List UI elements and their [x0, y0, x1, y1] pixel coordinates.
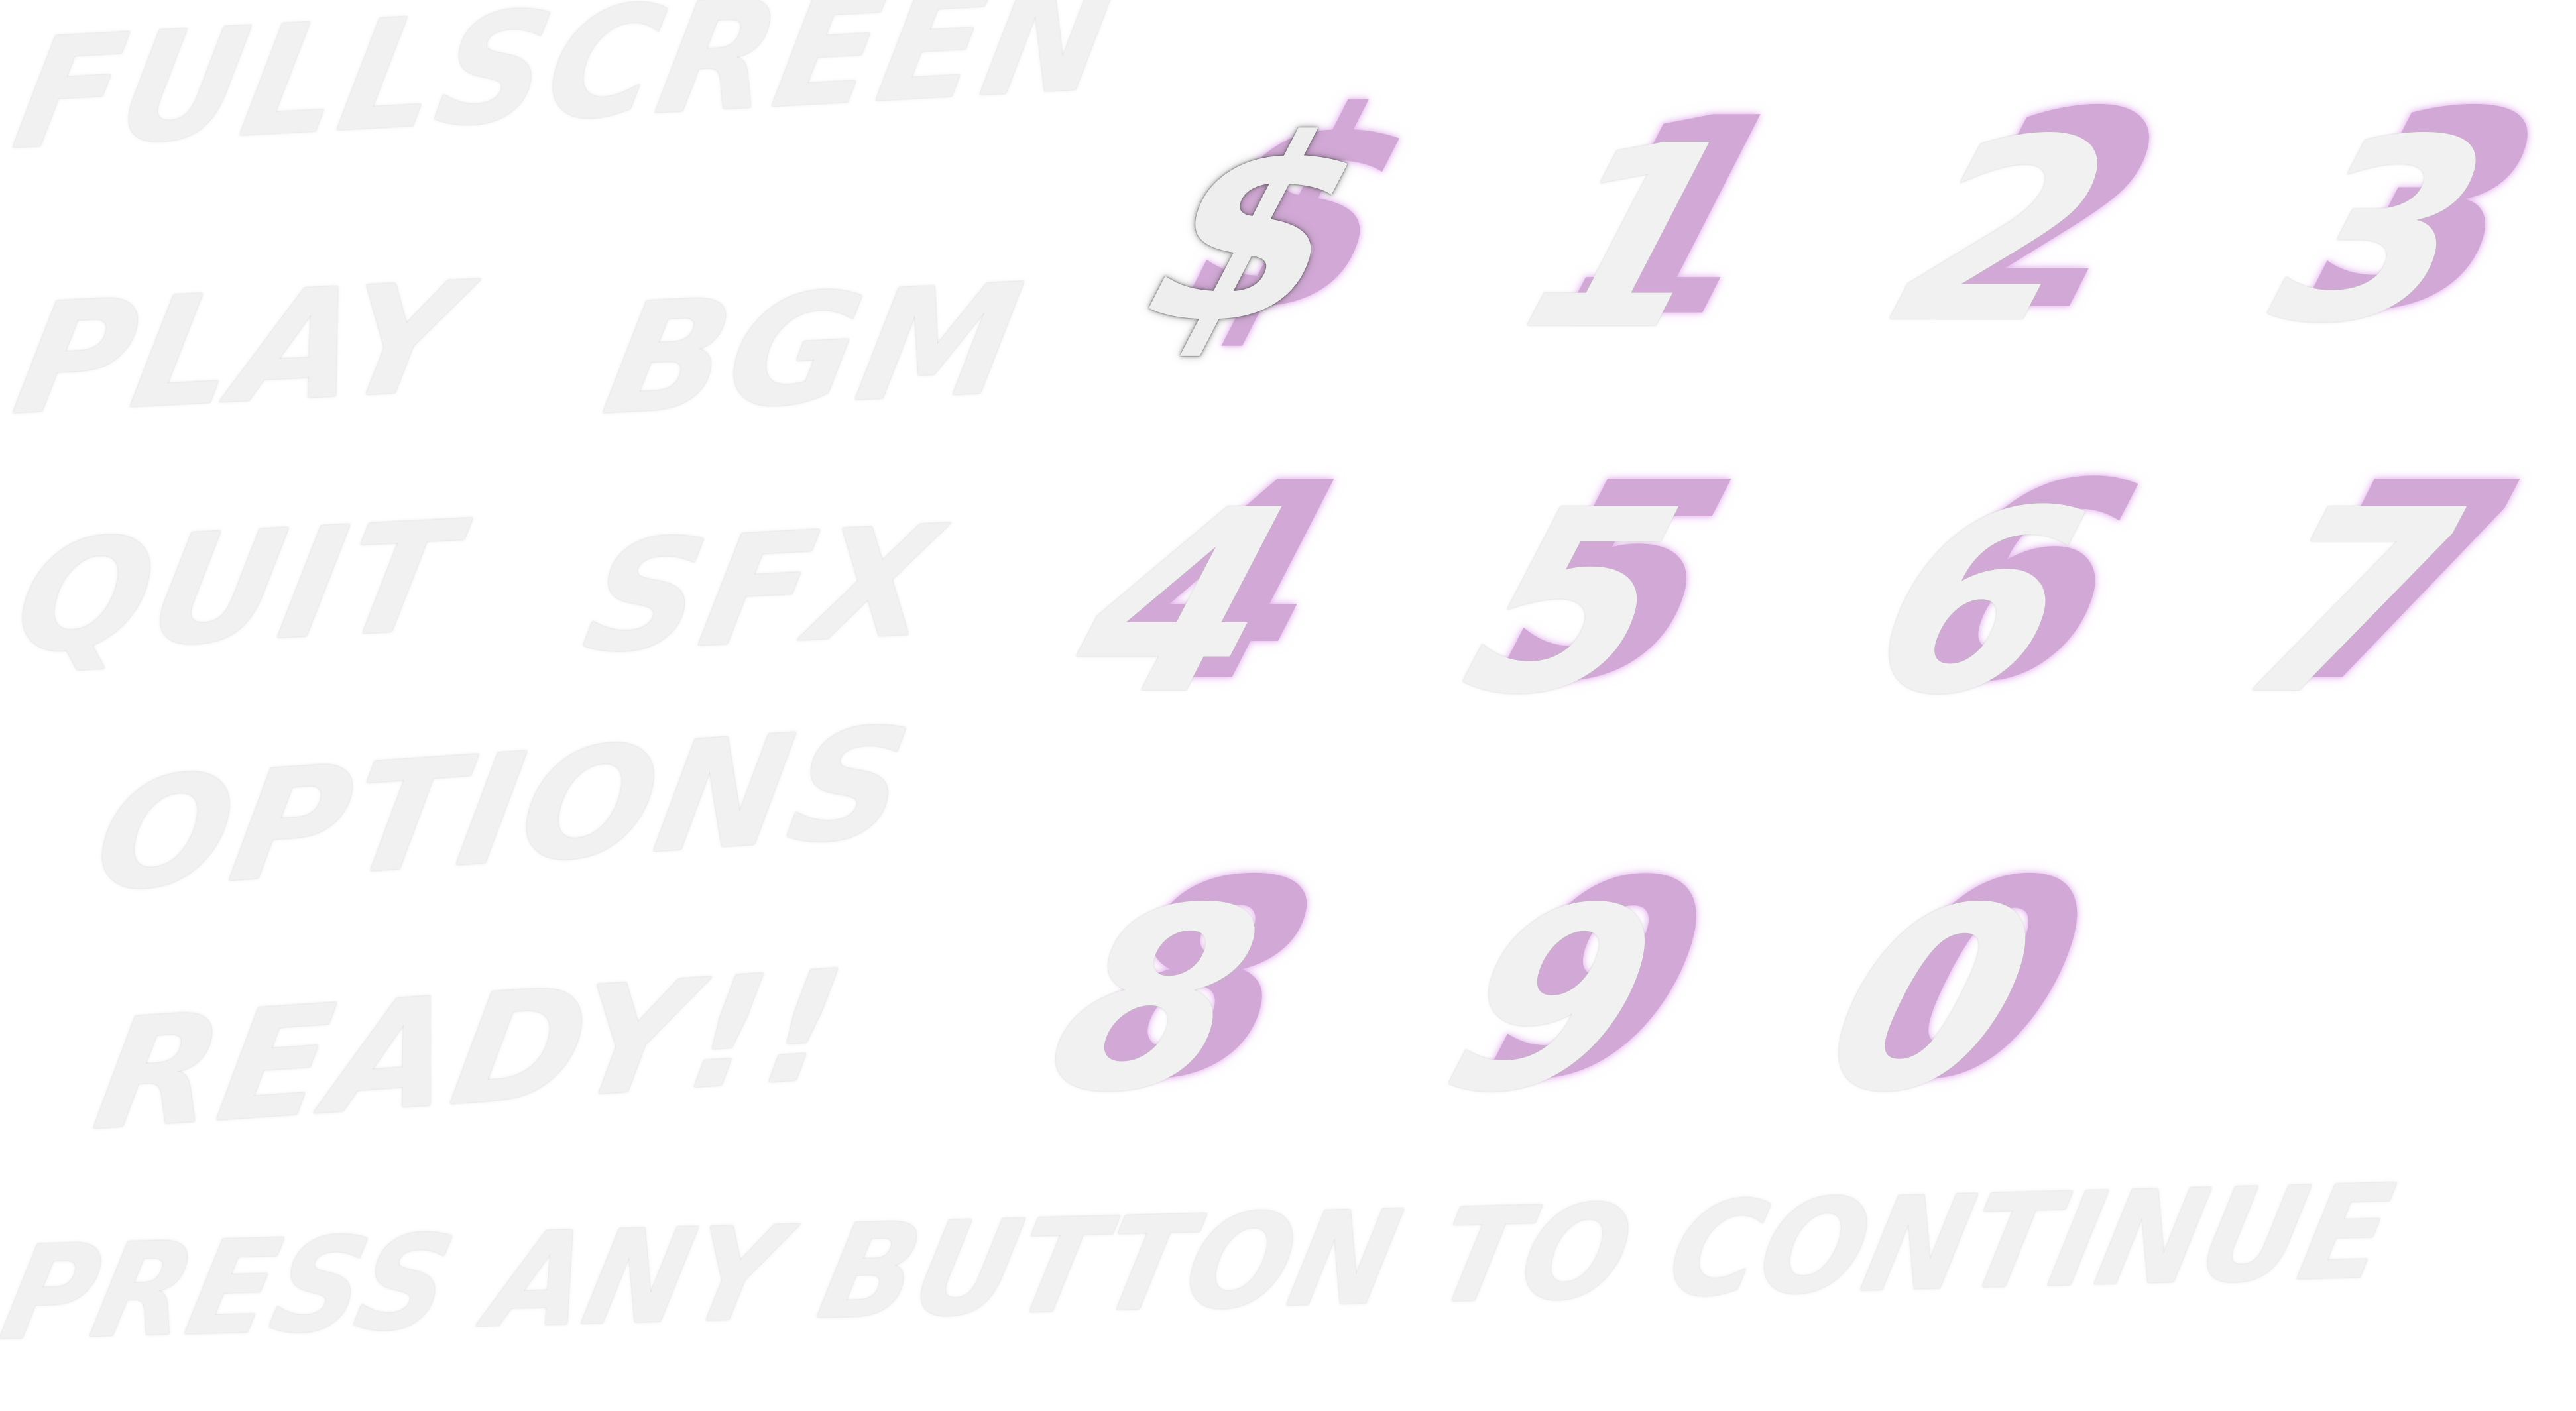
- glyph-digit-9: 9 9: [1417, 822, 1743, 1153]
- glyph-digit-4: 4 4: [1046, 424, 1372, 756]
- quit-option[interactable]: QUIT: [3, 488, 473, 688]
- glyph-digit-3: 3 3: [2246, 53, 2571, 384]
- glyph-digit-1: 1 1: [1497, 60, 1822, 391]
- glyph-digit-8: 8 8: [1020, 822, 1345, 1153]
- press-any-button-prompt: PRESS ANY BUTTON TO CONTINUE: [0, 1157, 2406, 1370]
- glyph-digit-2: 2 2: [1868, 53, 2194, 384]
- glyph-dollar: $ $: [1119, 53, 1444, 384]
- play-option[interactable]: PLAY: [3, 250, 478, 449]
- ready-banner: READY!!: [84, 937, 858, 1165]
- options-option[interactable]: OPTIONS: [84, 694, 924, 926]
- glyph-digit-0: 0 0: [1795, 822, 2121, 1153]
- glyph-digit-6: 6 6: [1842, 424, 2167, 756]
- sfx-option[interactable]: SFX: [573, 493, 955, 688]
- glyph-digit-5: 5 5: [1437, 424, 1763, 756]
- glyph-digit-7: 7 7: [2213, 424, 2538, 756]
- bgm-option[interactable]: BGM: [593, 251, 1037, 449]
- fullscreen-option[interactable]: FULLSCREEN: [2, 0, 1131, 184]
